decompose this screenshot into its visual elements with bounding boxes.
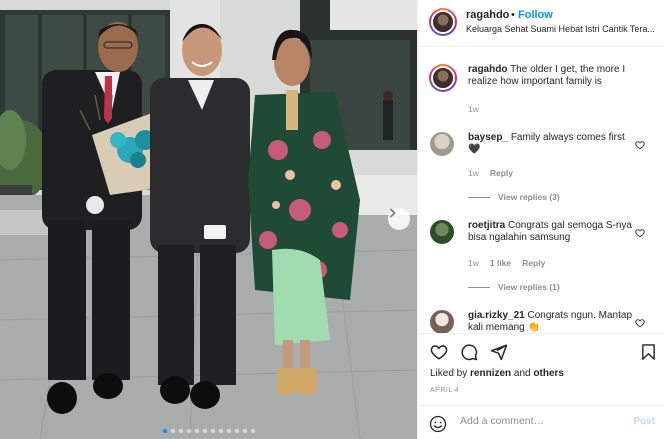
heart-icon[interactable] [430,343,448,361]
carousel-dot [250,429,255,433]
carousel-dot [178,429,183,433]
caption-preview: Keluarga Sehat Suami Hebat Istri Cantik … [466,24,655,34]
avatar[interactable] [429,8,457,36]
view-replies-button[interactable]: View replies (1) [468,282,560,292]
comment-username[interactable]: gia.rizky_21 [468,310,525,321]
heart-icon[interactable] [635,228,645,238]
caption-meta: 1w [468,104,479,114]
post-photo [0,0,417,439]
view-replies-button[interactable]: View replies (3) [468,192,560,202]
family-photo-illustration [0,0,417,439]
likes-summary: Liked by rennizen and others [430,368,564,379]
commenter-avatar[interactable] [430,310,454,333]
carousel-dot [194,429,199,433]
heart-icon[interactable] [635,318,645,328]
post-username[interactable]: ragahdo [466,9,509,21]
comment-text-block: roetjitra Congrats gal semoga S-nya bisa… [468,220,636,244]
post-date: APRIL 4 [430,387,460,394]
view-replies-label: View replies (3) [498,192,560,202]
caption-avatar[interactable] [429,64,457,92]
heart-icon[interactable] [635,140,645,150]
chevron-right-icon [390,208,396,218]
view-replies-label: View replies (1) [498,282,560,292]
carousel-indicator [0,429,417,433]
caption-age: 1w [468,104,479,114]
comment-icon[interactable] [460,343,478,361]
carousel-dot [218,429,223,433]
comment-meta: 1w 1 like Reply [468,258,545,268]
liked-user[interactable]: rennizen [470,368,511,379]
carousel-dot [202,429,207,433]
next-slide-button[interactable] [388,208,410,230]
header-separator: • [511,9,515,21]
share-icon[interactable] [490,343,508,361]
carousel-dot [170,429,175,433]
comment-likes[interactable]: 1 like [490,258,511,268]
carousel-dot [234,429,239,433]
post-button[interactable]: Post [633,416,655,427]
comment-text-block: gia.rizky_21 Congrats ngun. Mantap kali … [468,310,636,333]
commenter-avatar[interactable] [430,220,454,244]
comment-input[interactable] [460,415,620,427]
post-side-panel: ragahdo • Follow Keluarga Sehat Suami He… [417,0,664,439]
comments-list[interactable]: ragahdo The older I get, the more I real… [418,48,664,333]
liked-and: and [511,368,534,379]
comment-age: 1w [468,168,479,178]
bookmark-icon[interactable] [640,343,657,361]
carousel-dot [226,429,231,433]
comment-username[interactable]: roetjitra [468,220,505,231]
emoji-icon[interactable] [429,415,447,433]
carousel-dot [162,429,167,433]
follow-button[interactable]: Follow [518,9,553,21]
commenter-avatar[interactable] [430,132,454,156]
comment-username[interactable]: baysep_ [468,132,508,143]
carousel-dot [210,429,215,433]
liked-prefix: Liked by [430,368,471,379]
post-header: ragahdo • Follow Keluarga Sehat Suami He… [418,0,664,47]
comment-age: 1w [468,258,479,268]
comment-text-block: baysep_ Family always comes first 🖤 [468,132,636,156]
reply-button[interactable]: Reply [522,258,545,268]
liked-others[interactable]: others [533,368,564,379]
reply-button[interactable]: Reply [490,168,513,178]
caption-username[interactable]: ragahdo [468,64,507,75]
post-actions: Liked by rennizen and others APRIL 4 [418,333,664,403]
carousel-dot [186,429,191,433]
carousel-dot [242,429,247,433]
caption-text-block: ragahdo The older I get, the more I real… [468,64,648,88]
comment-meta: 1w Reply [468,168,513,178]
add-comment-bar: Post [418,405,664,439]
